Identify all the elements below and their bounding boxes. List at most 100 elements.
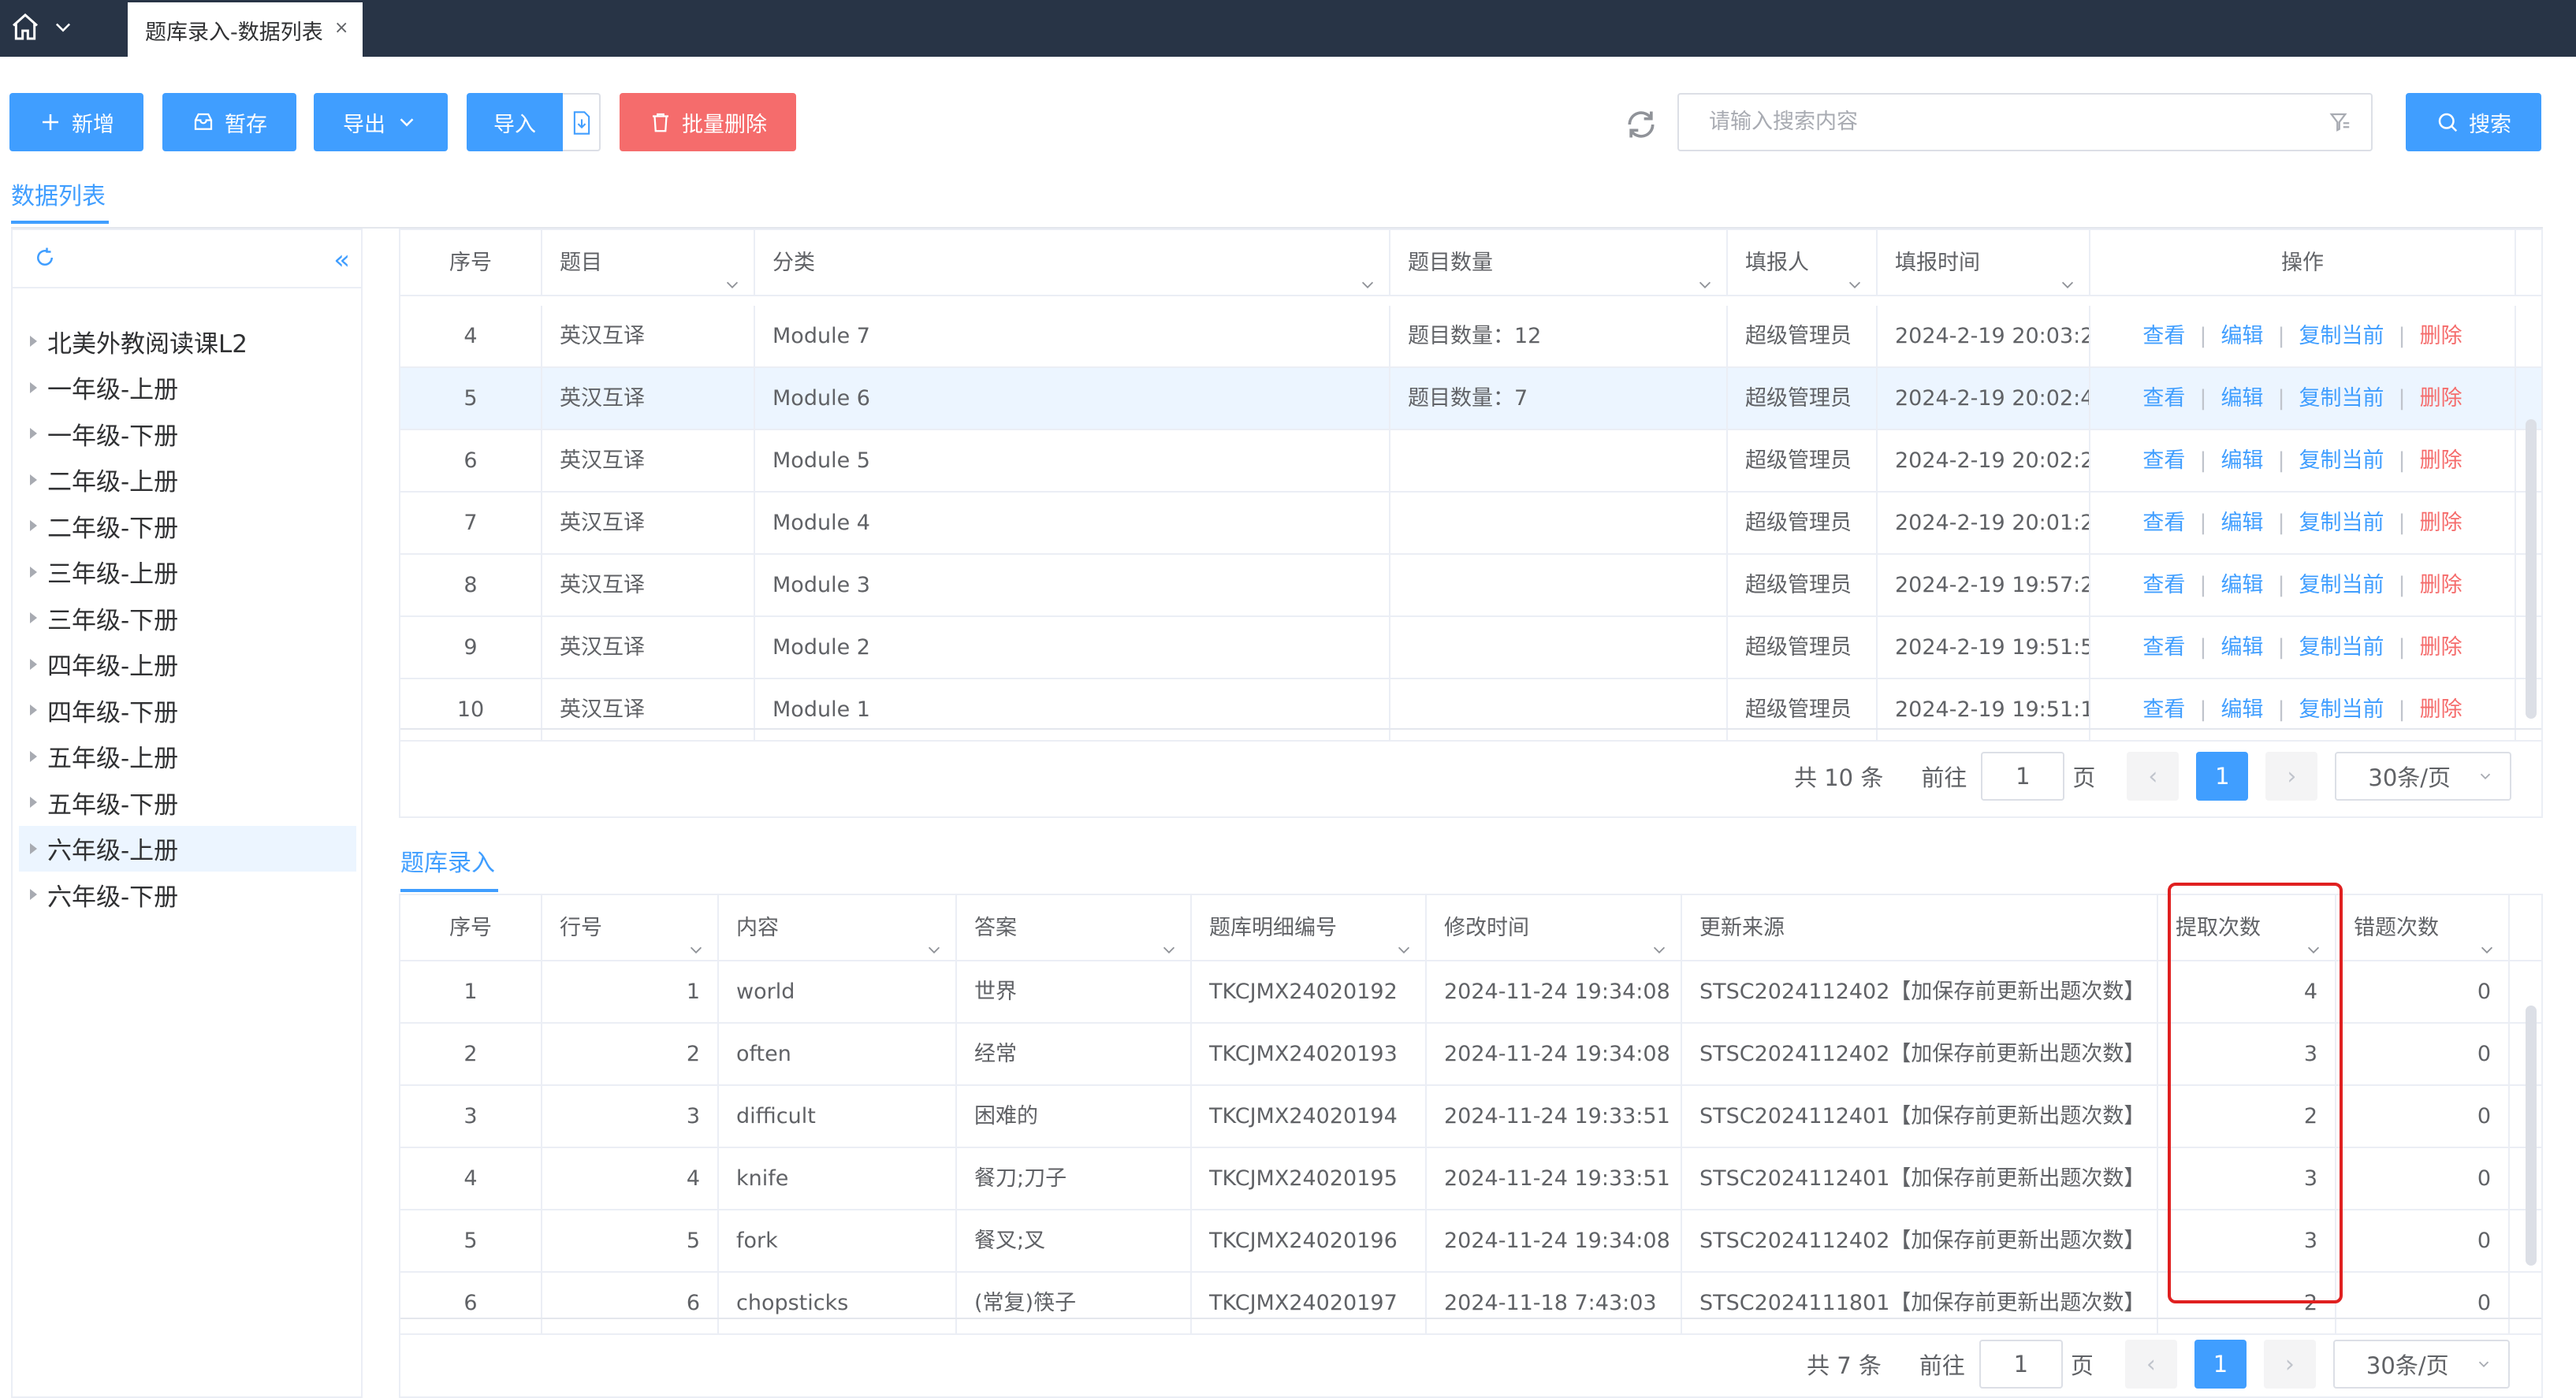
column-header[interactable]: 题库明细编号 [1192, 895, 1427, 961]
copy-current-link[interactable]: 复制当前 [2299, 555, 2384, 615]
table-row[interactable]: 4 英汉互译 Module 7 题目数量：12 超级管理员 2024-2-19 20:03… [400, 306, 2541, 368]
chevron-down-icon[interactable] [687, 919, 705, 954]
caret-right-icon[interactable] [30, 842, 37, 854]
edit-link[interactable]: 编辑 [2220, 493, 2263, 553]
refresh-icon[interactable] [1624, 107, 1658, 142]
section-title-data-list[interactable]: 数据列表 [11, 177, 106, 211]
search-input[interactable]: 请输入搜索内容 [1677, 93, 2373, 151]
home-icon[interactable] [9, 11, 41, 43]
chevron-down-icon[interactable] [925, 919, 943, 954]
edit-link[interactable]: 编辑 [2220, 617, 2263, 678]
prev-page-button[interactable]: ‹ [2127, 752, 2180, 801]
vertical-scrollbar[interactable] [2526, 419, 2537, 719]
caret-right-icon[interactable] [30, 750, 37, 762]
copy-current-link[interactable]: 复制当前 [2299, 368, 2384, 429]
delete-link[interactable]: 删除 [2420, 368, 2462, 429]
vertical-scrollbar[interactable] [2526, 1006, 2537, 1266]
caret-right-icon[interactable] [30, 705, 37, 716]
section-title-question-entry[interactable]: 题库录入 [400, 843, 495, 878]
caret-right-icon[interactable] [30, 566, 37, 578]
chevron-down-icon[interactable] [1395, 919, 1413, 954]
tree-node[interactable]: 六年级-上册 [19, 825, 356, 872]
chevron-down-icon[interactable] [1359, 254, 1376, 288]
copy-current-link[interactable]: 复制当前 [2299, 493, 2384, 553]
page-size-select[interactable]: 30条/页 [2335, 752, 2512, 801]
chevron-down-icon[interactable] [1651, 919, 1668, 954]
chevron-down-icon[interactable] [2059, 254, 2076, 288]
caret-right-icon[interactable] [30, 612, 37, 623]
delete-link[interactable]: 删除 [2420, 555, 2462, 615]
caret-right-icon[interactable] [30, 381, 37, 393]
tree-node[interactable]: 三年级-下册 [19, 595, 356, 641]
filter-icon[interactable] [2328, 110, 2352, 134]
next-page-button[interactable]: › [2263, 1340, 2316, 1389]
column-header[interactable]: 序号 [400, 230, 542, 296]
table-row[interactable]: 9 英汉互译 Module 2 超级管理员 2024-2-19 19:51:52 查看 | 编… [400, 617, 2541, 679]
import-button[interactable]: 导入 [467, 93, 563, 151]
chevron-down-icon[interactable] [1160, 919, 1178, 954]
caret-right-icon[interactable] [30, 658, 37, 670]
caret-right-icon[interactable] [30, 797, 37, 808]
table-row[interactable]: 10 英汉互译 Module 1 超级管理员 2024-2-19 19:51:14 查看 |… [400, 679, 2541, 742]
table-row[interactable]: 8 英汉互译 Module 3 超级管理员 2024-2-19 19:57:22 查看 | 编… [400, 555, 2541, 617]
edit-link[interactable]: 编辑 [2220, 368, 2263, 429]
column-header[interactable]: 题目数量 [1390, 230, 1728, 296]
tree-node[interactable]: 四年级-上册 [19, 641, 356, 688]
caret-right-icon[interactable] [30, 428, 37, 439]
caret-right-icon[interactable] [30, 474, 37, 485]
chevron-down-icon[interactable] [2478, 919, 2496, 954]
search-button[interactable]: 搜索 [2406, 93, 2541, 151]
chevron-down-icon[interactable] [724, 254, 741, 288]
view-link[interactable]: 查看 [2142, 368, 2185, 429]
delete-link[interactable]: 删除 [2420, 679, 2462, 740]
copy-current-link[interactable]: 复制当前 [2299, 430, 2384, 491]
add-button[interactable]: 新增 [9, 93, 143, 151]
copy-current-link[interactable]: 复制当前 [2299, 617, 2384, 678]
tree-refresh-icon[interactable] [33, 246, 57, 270]
caret-right-icon[interactable] [30, 520, 37, 531]
tree-node[interactable]: 二年级-下册 [19, 503, 356, 549]
column-header[interactable]: 答案 [957, 895, 1192, 961]
page-current-button[interactable]: 1 [2194, 1340, 2247, 1389]
column-header[interactable]: 行号 [542, 895, 719, 961]
tree-node[interactable]: 北美外教阅读课L2 [19, 318, 356, 365]
table-row[interactable]: 5 英汉互译 Module 6 题目数量：7 超级管理员 2024-2-19 20:02:… [400, 368, 2541, 430]
column-header[interactable]: 修改时间 [1427, 895, 1682, 961]
page-current-button[interactable]: 1 [2196, 752, 2249, 801]
view-link[interactable]: 查看 [2142, 555, 2185, 615]
tree-node[interactable]: 一年级-上册 [19, 365, 356, 411]
delete-link[interactable]: 删除 [2420, 617, 2462, 678]
edit-link[interactable]: 编辑 [2220, 430, 2263, 491]
table-row[interactable]: 7 英汉互译 Module 4 超级管理员 2024-2-19 20:01:27 查看 | 编… [400, 493, 2541, 555]
column-header[interactable]: 内容 [719, 895, 957, 961]
caret-right-icon[interactable] [30, 889, 37, 900]
edit-link[interactable]: 编辑 [2220, 679, 2263, 740]
tree-node[interactable]: 四年级-下册 [19, 687, 356, 734]
table-row[interactable]: 6 英汉互译 Module 5 超级管理员 2024-2-19 20:02:29 查看 | 编… [400, 430, 2541, 493]
view-link[interactable]: 查看 [2142, 617, 2185, 678]
tree-node[interactable]: 二年级-上册 [19, 457, 356, 504]
edit-link[interactable]: 编辑 [2220, 555, 2263, 615]
caret-right-icon[interactable] [30, 336, 37, 347]
chevron-down-icon[interactable] [1846, 254, 1863, 288]
export-dropdown-button[interactable]: 导出 [314, 93, 448, 151]
view-link[interactable]: 查看 [2142, 430, 2185, 491]
column-header[interactable]: 序号 [400, 895, 542, 961]
chevron-down-icon[interactable] [1696, 254, 1714, 288]
save-draft-button[interactable]: 暂存 [162, 93, 296, 151]
view-link[interactable]: 查看 [2142, 493, 2185, 553]
column-header[interactable]: 分类 [755, 230, 1390, 296]
delete-link[interactable]: 删除 [2420, 493, 2462, 553]
import-file-button[interactable] [563, 93, 601, 151]
delete-link[interactable]: 删除 [2420, 306, 2462, 366]
column-header[interactable]: 错题次数 [2336, 895, 2510, 961]
copy-current-link[interactable]: 复制当前 [2299, 306, 2384, 366]
tree-node[interactable]: 一年级-下册 [19, 411, 356, 457]
tree-node[interactable]: 六年级-下册 [19, 872, 356, 918]
column-header[interactable]: 填报时间 [1878, 230, 2090, 296]
next-page-button[interactable]: › [2265, 752, 2318, 801]
tree-node[interactable]: 五年级-上册 [19, 734, 356, 780]
collapse-icon[interactable]: « [333, 244, 350, 276]
chevron-down-icon[interactable] [52, 16, 74, 38]
column-header[interactable]: 填报人 [1728, 230, 1878, 296]
